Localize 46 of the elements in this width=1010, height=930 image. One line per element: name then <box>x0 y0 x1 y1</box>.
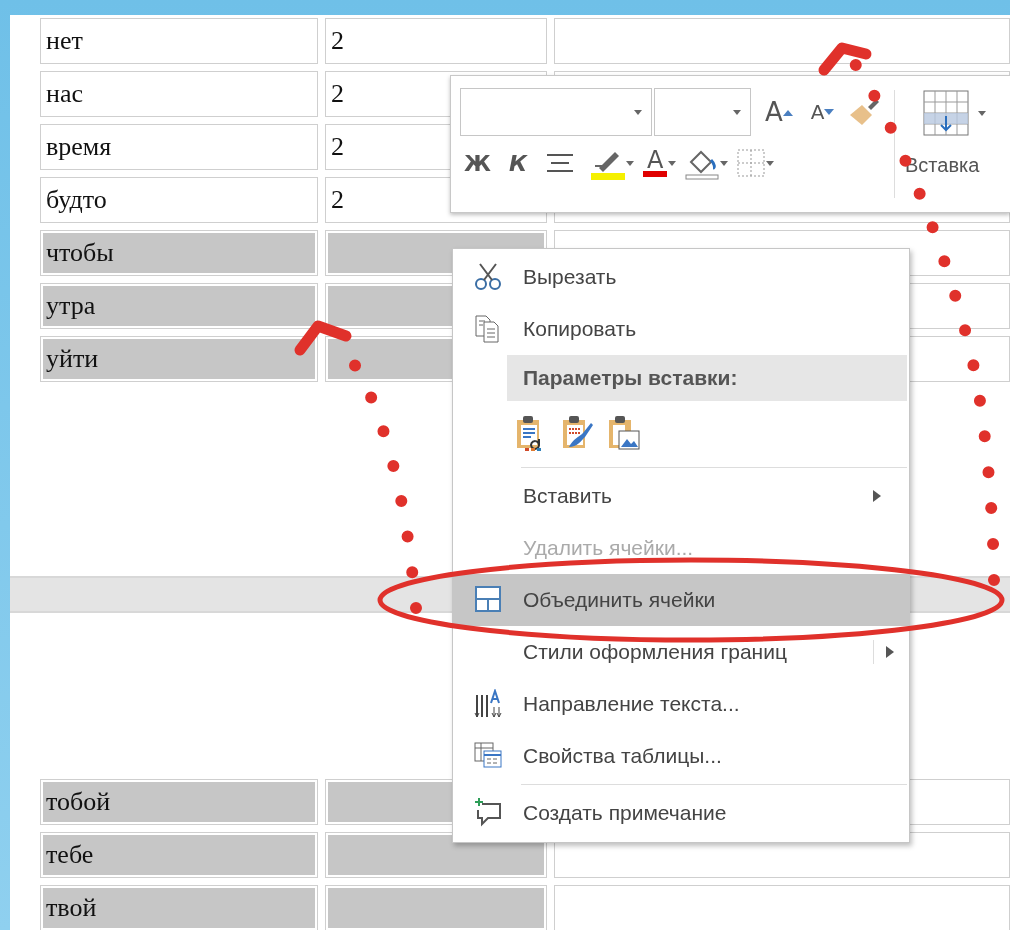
triangle-icon <box>782 108 793 116</box>
font-size-field[interactable] <box>654 88 751 136</box>
table-cell: нас <box>40 71 318 117</box>
menu-item[interactable]: Направление текста... <box>453 678 909 730</box>
menu-section-header: Параметры вставки: <box>507 355 907 401</box>
font-name-field[interactable] <box>460 88 652 136</box>
text-direction-icon <box>474 689 502 719</box>
clipboard-icon <box>607 414 641 452</box>
table-cell: тебе <box>40 832 318 878</box>
table-insert-icon <box>923 90 969 136</box>
menu-item[interactable]: Стили оформления границ <box>453 626 909 678</box>
table-cell: уйти <box>40 336 318 382</box>
table-cell: тобой <box>40 779 318 825</box>
caret-icon[interactable] <box>765 159 776 167</box>
menu-item[interactable]: Объединить ячейки <box>453 574 909 626</box>
caret-icon[interactable] <box>667 159 678 167</box>
table-cell: утра <box>40 283 318 329</box>
shrink-font-button[interactable]: A <box>806 100 839 124</box>
caret-icon[interactable] <box>624 159 635 167</box>
menu-item[interactable]: Вырезать <box>453 251 909 303</box>
caret-icon[interactable] <box>977 109 987 117</box>
table-cell: нет <box>40 18 318 64</box>
menu-item[interactable]: Создать примечание <box>453 787 909 839</box>
align-center-icon <box>544 152 575 174</box>
table-cell: 2 <box>325 18 547 64</box>
table-icon <box>474 585 502 615</box>
table-cell: чтобы <box>40 230 318 276</box>
font-color-button[interactable]: A <box>638 149 682 177</box>
borders-icon <box>737 149 766 177</box>
paste-option-button[interactable] <box>607 414 641 452</box>
insert-button[interactable]: Вставка <box>895 76 987 212</box>
grow-font-button[interactable]: A <box>761 97 797 127</box>
comment-icon <box>474 798 502 828</box>
triangle-icon <box>824 108 835 116</box>
table-cell: будто <box>40 177 318 223</box>
table-cell: время <box>40 124 318 170</box>
menu-item[interactable]: Копировать <box>453 303 909 355</box>
scissors-icon <box>474 262 502 292</box>
caret-icon[interactable] <box>633 108 643 116</box>
caret-icon[interactable] <box>732 108 742 116</box>
table-cell: твой <box>40 885 318 930</box>
caret-icon[interactable] <box>719 159 730 167</box>
table-properties-icon <box>474 741 502 771</box>
copy-icon <box>474 314 502 344</box>
menu-item[interactable]: Свойства таблицы... <box>453 730 909 782</box>
menu-item[interactable]: Вставить <box>453 470 909 522</box>
